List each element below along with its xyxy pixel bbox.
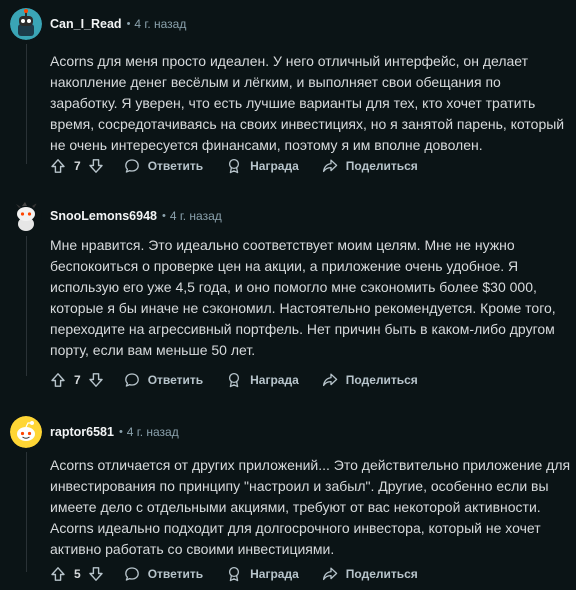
share-icon bbox=[322, 566, 338, 582]
comment-line: имеете дело с отдельными акциями, требую… bbox=[50, 499, 541, 515]
comment-line: накопление денег весёлым и лёгким, и вып… bbox=[50, 74, 501, 90]
speech-bubble-icon bbox=[124, 566, 140, 582]
award-label: Награда bbox=[250, 567, 299, 581]
comment-actions: 7 Ответить Награда Поделиться bbox=[50, 364, 418, 396]
author-name[interactable]: Can_I_Read bbox=[50, 17, 122, 31]
timestamp[interactable]: 4 г. назад bbox=[127, 425, 179, 439]
comment-line: которые я бы иначе не сэкономил. Настоят… bbox=[50, 300, 556, 316]
vote-score: 7 bbox=[74, 373, 81, 387]
share-icon bbox=[322, 372, 338, 388]
award-button[interactable]: Награда bbox=[226, 372, 299, 388]
award-label: Награда bbox=[250, 373, 299, 387]
comment-line: Мне нравится. Это идеально соответствует… bbox=[50, 237, 515, 253]
thread-rail[interactable] bbox=[26, 236, 27, 376]
arrow-down-icon[interactable] bbox=[88, 566, 104, 582]
comment-line: инвестирования по принципу "настроил и з… bbox=[50, 478, 549, 494]
comment-feed: Can_I_Read • 4 г. назад Acorns для меня … bbox=[0, 0, 576, 588]
arrow-up-icon[interactable] bbox=[50, 372, 66, 388]
share-button[interactable]: Поделиться bbox=[322, 158, 418, 174]
reply-button[interactable]: Ответить bbox=[124, 372, 203, 388]
share-button[interactable]: Поделиться bbox=[322, 372, 418, 388]
comment-line: Acorns для меня просто идеален. У него о… bbox=[50, 53, 529, 69]
comment-line: активно работать со своими инвестициями. bbox=[50, 541, 335, 557]
avatar[interactable] bbox=[10, 200, 42, 232]
arrow-down-icon[interactable] bbox=[88, 158, 104, 174]
separator: • bbox=[118, 426, 123, 438]
comment-body: Мне нравится. Это идеально соответствует… bbox=[50, 235, 556, 361]
comment-line: Acorns идеально подходит для долгосрочно… bbox=[50, 520, 541, 536]
thread-rail[interactable] bbox=[26, 44, 27, 164]
comment-line: порту, если вам меньше 50 лет. bbox=[50, 342, 256, 358]
robot-avatar-icon bbox=[10, 8, 42, 40]
share-label: Поделиться bbox=[345, 373, 418, 387]
author-name[interactable]: SnooLemons6948 bbox=[50, 209, 157, 223]
comment-line: использую его уже 4,5 года, и оно помогл… bbox=[50, 279, 537, 295]
comment-line: переходите на агрессивный портфель. Нет … bbox=[50, 321, 555, 337]
share-icon bbox=[322, 158, 338, 174]
vote-control: 7 bbox=[50, 372, 104, 388]
separator: • bbox=[161, 210, 166, 222]
arrow-up-icon[interactable] bbox=[50, 566, 66, 582]
comment-line: Acorns отличается от других приложений..… bbox=[50, 457, 571, 473]
timestamp[interactable]: 4 г. назад bbox=[134, 17, 186, 31]
speech-bubble-icon bbox=[124, 158, 140, 174]
arrow-up-icon[interactable] bbox=[50, 158, 66, 174]
reply-button[interactable]: Ответить bbox=[124, 566, 203, 582]
avatar[interactable] bbox=[10, 8, 42, 40]
share-label: Поделиться bbox=[345, 567, 418, 581]
comment-actions: 5 Ответить Награда Поделиться bbox=[50, 558, 418, 590]
reply-label: Ответить bbox=[147, 373, 204, 387]
reply-label: Ответить bbox=[147, 159, 204, 173]
vote-score: 7 bbox=[74, 159, 81, 173]
vote-score: 5 bbox=[74, 567, 81, 581]
award-label: Награда bbox=[250, 159, 299, 173]
comment-actions: 7 Ответить Награда Поделиться bbox=[50, 150, 418, 182]
comment-meta: SnooLemons6948 • 4 г. назад bbox=[50, 200, 222, 232]
author-name[interactable]: raptor6581 bbox=[50, 425, 114, 439]
speech-bubble-icon bbox=[124, 372, 140, 388]
reply-button[interactable]: Ответить bbox=[124, 158, 203, 174]
separator: • bbox=[126, 18, 131, 30]
comment-line: заработку. Я уверен, что есть лучшие вар… bbox=[50, 95, 536, 111]
comment-line: время, сосредотачиваясь на своих инвести… bbox=[50, 116, 565, 132]
award-icon bbox=[226, 158, 242, 174]
reply-label: Ответить bbox=[147, 567, 204, 581]
award-icon bbox=[226, 372, 242, 388]
award-button[interactable]: Награда bbox=[226, 158, 299, 174]
share-button[interactable]: Поделиться bbox=[322, 566, 418, 582]
timestamp[interactable]: 4 г. назад bbox=[170, 209, 222, 223]
comment-body: Acorns для меня просто идеален. У него о… bbox=[50, 51, 565, 156]
share-label: Поделиться bbox=[345, 159, 418, 173]
thread-rail[interactable] bbox=[26, 452, 27, 572]
comment-meta: Can_I_Read • 4 г. назад bbox=[50, 8, 186, 40]
avatar[interactable] bbox=[10, 416, 42, 448]
vote-control: 7 bbox=[50, 158, 104, 174]
arrow-down-icon[interactable] bbox=[88, 372, 104, 388]
vote-control: 5 bbox=[50, 566, 104, 582]
award-button[interactable]: Награда bbox=[226, 566, 299, 582]
comment-body: Acorns отличается от других приложений..… bbox=[50, 455, 571, 560]
comment-meta: raptor6581 • 4 г. назад bbox=[50, 416, 179, 448]
comment-line: беспокоиться о проверке цен на акции, а … bbox=[50, 258, 519, 274]
snoo-avatar-icon bbox=[10, 200, 42, 232]
award-icon bbox=[226, 566, 242, 582]
snoo-avatar-icon bbox=[10, 416, 42, 448]
